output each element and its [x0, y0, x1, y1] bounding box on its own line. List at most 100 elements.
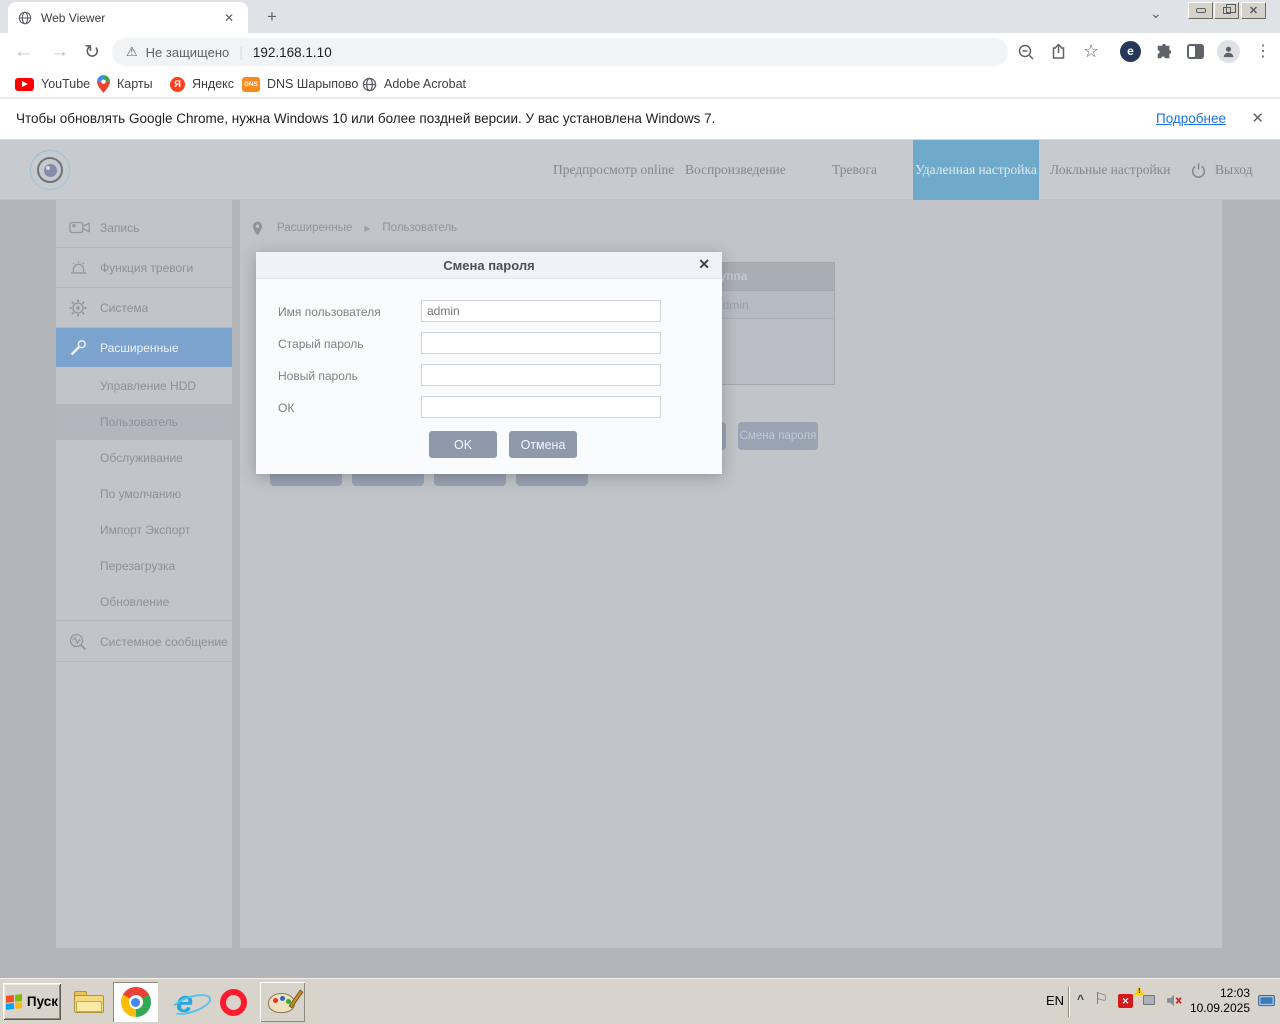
nav-playback[interactable]: Воспроизведение	[685, 140, 786, 200]
sidebar-sub-default[interactable]: По умолчанию	[56, 476, 232, 512]
taskbar-chrome-button[interactable]	[113, 982, 158, 1022]
dialog-title: Смена пароля	[256, 252, 722, 279]
paint-icon	[268, 990, 298, 1014]
gear-icon	[69, 299, 91, 317]
security-label[interactable]: Не защищено	[146, 45, 230, 60]
cancel-button[interactable]: Отмена	[509, 431, 577, 458]
change-password-button[interactable]: Смена пароля	[738, 422, 818, 450]
sidebar-sub-update[interactable]: Обновление	[56, 584, 232, 621]
breadcrumb-advanced[interactable]: Расширенные	[277, 222, 352, 234]
browser-toolbar: ← → ↻ ⚠ Не защищено | 192.168.1.10 ☆ e ⋮	[0, 33, 1280, 71]
dialog-header: Смена пароля ✕	[256, 252, 722, 279]
language-indicator[interactable]: EN	[1046, 993, 1064, 1008]
nav-exit[interactable]: Выход	[1190, 140, 1253, 200]
details-link[interactable]: Подробнее	[1156, 111, 1226, 126]
dns-icon: DNS	[242, 77, 260, 92]
dialog-close-icon[interactable]: ✕	[698, 256, 710, 273]
sidebar-sub-user[interactable]: Пользователь	[56, 404, 232, 440]
sidebar-sub-reboot[interactable]: Перезагрузка	[56, 548, 232, 584]
new-tab-button[interactable]: +	[260, 6, 284, 28]
username-label: Имя пользователя	[278, 305, 381, 319]
reload-button[interactable]: ↻	[84, 41, 100, 64]
bookmark-maps[interactable]: Карты	[97, 71, 153, 97]
extensions-puzzle-icon[interactable]	[1155, 43, 1173, 66]
share-icon[interactable]	[1050, 43, 1068, 66]
taskbar-explorer-button[interactable]	[66, 982, 111, 1022]
tab-search-chevron-icon[interactable]: ⌄	[1150, 5, 1162, 22]
back-button[interactable]: ←	[14, 41, 33, 63]
old-password-input[interactable]	[421, 332, 661, 354]
tray-date: 10.09.2025	[1190, 1001, 1250, 1016]
start-button[interactable]: Пуск	[3, 983, 61, 1020]
bookmark-star-icon[interactable]: ☆	[1083, 41, 1099, 62]
tab-close-icon[interactable]: ✕	[220, 9, 238, 27]
location-pin-icon	[252, 221, 263, 236]
new-password-input[interactable]	[421, 364, 661, 386]
address-bar[interactable]: ⚠ Не защищено | 192.168.1.10	[112, 38, 1008, 66]
profile-avatar[interactable]	[1217, 40, 1240, 63]
bookmark-youtube[interactable]: YouTube	[15, 71, 90, 97]
wrench-icon	[69, 339, 91, 357]
show-hidden-icons-button[interactable]: ^	[1077, 992, 1084, 1006]
new-password-label: Новый пароль	[278, 369, 358, 383]
close-icon: ✕	[1249, 4, 1258, 17]
bookmark-yandex[interactable]: Я Яндекс	[170, 71, 234, 97]
breadcrumb-user[interactable]: Пользователь	[382, 222, 457, 234]
bookmark-dns[interactable]: DNS DNS Шарыпово	[242, 71, 358, 97]
bookmarks-bar: YouTube Карты Я Яндекс DNS DNS Шарыпово …	[0, 71, 1280, 98]
window-minimize-button[interactable]	[1188, 2, 1213, 19]
confirm-password-label: ОК	[278, 401, 294, 415]
update-notification-bar: Чтобы обновлять Google Chrome, нужна Win…	[0, 98, 1280, 140]
acrobat-globe-icon	[362, 77, 377, 92]
tray-clock[interactable]: 12:03 10.09.2025	[1190, 986, 1250, 1016]
confirm-password-input[interactable]	[421, 396, 661, 418]
camera-icon	[69, 220, 91, 235]
show-desktop-monitor-icon[interactable]	[1258, 995, 1275, 1013]
action-center-flag-icon[interactable]: ⚐	[1094, 989, 1108, 1008]
volume-muted-icon[interactable]	[1166, 994, 1183, 1012]
browser-tab[interactable]: Web Viewer ✕	[8, 2, 248, 33]
notification-close-icon[interactable]: ✕	[1251, 109, 1264, 127]
chrome-icon	[121, 987, 151, 1017]
nav-remote-settings[interactable]: Удаленная настройка	[913, 140, 1039, 200]
folder-icon	[74, 991, 104, 1013]
alarm-icon	[69, 260, 91, 275]
sidebar-item-advanced[interactable]: Расширенные	[56, 328, 232, 367]
nav-preview-online[interactable]: Предпросмотр online	[553, 140, 674, 200]
taskbar-ie-button[interactable]: e	[162, 982, 207, 1022]
sidebar-item-system[interactable]: Система	[56, 288, 232, 328]
sidebar-item-record[interactable]: Запись	[56, 208, 232, 248]
window-close-button[interactable]: ✕	[1241, 2, 1266, 19]
security-alert-icon[interactable]: ✕	[1118, 994, 1133, 1008]
breadcrumb-arrow-icon: ▶	[364, 224, 370, 233]
nav-alarm[interactable]: Тревога	[832, 140, 877, 200]
change-password-dialog: Смена пароля ✕ Имя пользователя Старый п…	[256, 252, 722, 474]
sidebar-sub-import-export[interactable]: Импорт Экспорт	[56, 512, 232, 548]
youtube-icon	[15, 78, 34, 91]
maps-pin-icon	[97, 75, 110, 93]
username-input[interactable]	[421, 300, 661, 322]
url-text[interactable]: 192.168.1.10	[253, 45, 332, 60]
opera-icon	[220, 989, 247, 1016]
sidebar-sub-maintenance[interactable]: Обслуживание	[56, 440, 232, 476]
power-icon	[1190, 162, 1207, 179]
sidebar-sub-hdd[interactable]: Управление HDD	[56, 368, 232, 404]
tab-title: Web Viewer	[41, 11, 220, 25]
window-restore-button[interactable]	[1214, 2, 1239, 19]
taskbar-opera-button[interactable]	[211, 982, 256, 1022]
restore-icon	[1223, 7, 1231, 14]
ok-button[interactable]: OK	[429, 431, 497, 458]
yandex-icon: Я	[170, 77, 185, 92]
forward-button[interactable]: →	[50, 41, 69, 63]
bookmark-acrobat[interactable]: Adobe Acrobat	[362, 71, 466, 97]
sidebar-item-alarm-function[interactable]: Функция тревоги	[56, 248, 232, 288]
zoom-out-icon[interactable]	[1017, 43, 1035, 66]
not-secure-warning-icon: ⚠	[126, 45, 138, 60]
nav-local-settings[interactable]: Локльные настройки	[1050, 140, 1170, 200]
taskbar: Пуск e EN ^ ⚐ ✕ ! 12:03 10.09.2025	[0, 978, 1280, 1024]
extension-e-badge-icon[interactable]: e	[1120, 41, 1141, 62]
side-panel-icon[interactable]	[1187, 44, 1204, 59]
taskbar-paint-button[interactable]	[260, 982, 305, 1022]
browser-menu-dots-icon[interactable]: ⋮	[1255, 41, 1271, 61]
sidebar-item-system-message[interactable]: Системное сообщение	[56, 622, 232, 662]
